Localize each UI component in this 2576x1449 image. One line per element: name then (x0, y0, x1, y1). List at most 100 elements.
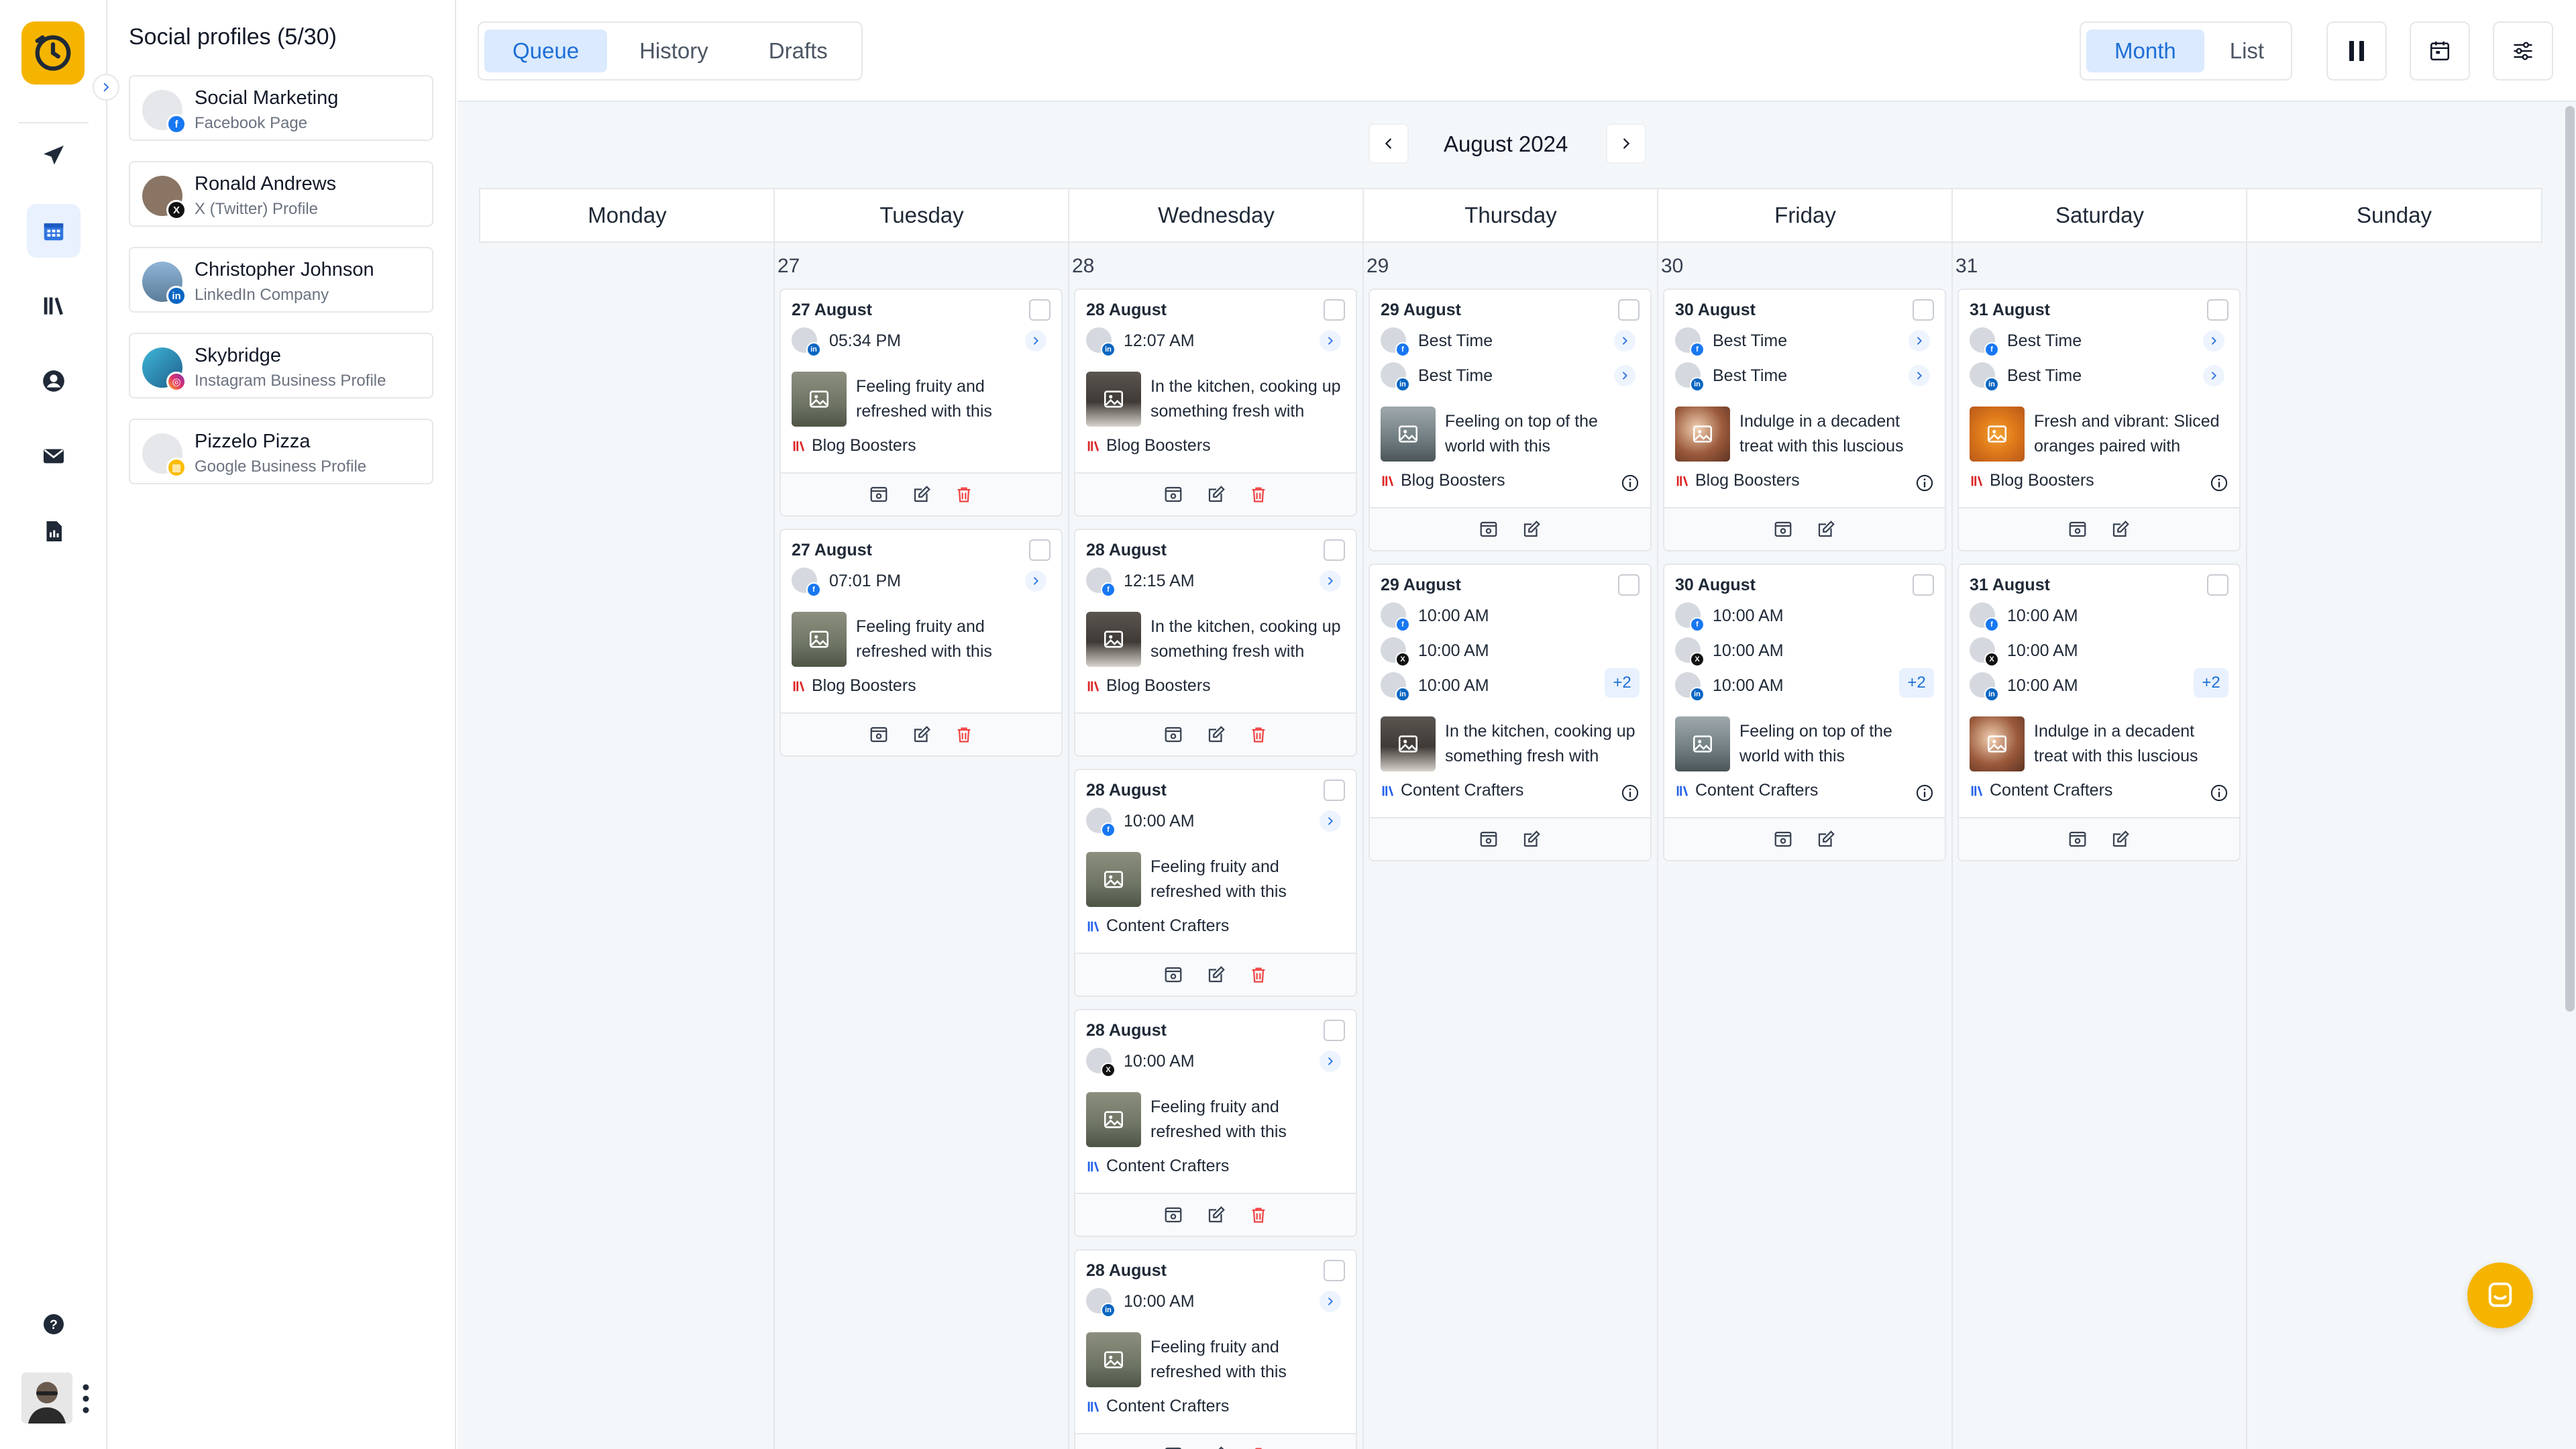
calendar-icon[interactable] (27, 204, 80, 258)
schedule-row[interactable]: in Best Time (1675, 362, 1930, 392)
pause-button[interactable] (2326, 21, 2387, 80)
delete-icon[interactable] (955, 725, 973, 744)
chat-button[interactable] (2467, 1263, 2533, 1328)
delete-icon[interactable] (1249, 965, 1268, 984)
post-thumbnail[interactable] (1675, 407, 1730, 462)
preview-icon[interactable] (1163, 965, 1183, 985)
delete-icon[interactable] (1249, 1205, 1268, 1224)
delete-icon[interactable] (1249, 485, 1268, 504)
select-checkbox[interactable] (1029, 299, 1051, 321)
schedule-row[interactable]: f 10:00 AM (1970, 602, 2224, 632)
post-card[interactable]: 28 August in 12:07 AM In the kitchen, co… (1074, 288, 1357, 517)
schedule-row[interactable]: X 10:00 AM (1381, 637, 1635, 667)
schedule-row[interactable]: f Best Time (1675, 327, 1930, 357)
profile-card[interactable]: f Social Marketing Facebook Page (129, 75, 433, 141)
edit-icon[interactable] (2110, 519, 2131, 539)
edit-icon[interactable] (1816, 829, 1836, 849)
post-card[interactable]: 30 August f Best Time in Best Time Indul… (1663, 288, 1946, 551)
library-icon[interactable] (27, 279, 80, 333)
view-month-button[interactable]: Month (2086, 30, 2204, 72)
chevron-right-icon[interactable] (1320, 330, 1341, 352)
edit-icon[interactable] (2110, 829, 2131, 849)
select-checkbox[interactable] (2207, 574, 2229, 596)
schedule-row[interactable]: f 10:00 AM (1381, 602, 1635, 632)
post-card[interactable]: 30 August f 10:00 AM X 10:00 AM in 10:00… (1663, 564, 1946, 861)
edit-icon[interactable] (1521, 519, 1542, 539)
calendar-view-button[interactable] (2410, 21, 2470, 80)
user-avatar[interactable] (21, 1373, 72, 1424)
chevron-right-icon[interactable] (1614, 365, 1635, 386)
post-card[interactable]: 27 August in 05:34 PM Feeling fruity and… (780, 288, 1063, 517)
app-logo[interactable] (21, 21, 85, 85)
chevron-right-icon[interactable] (1320, 1051, 1341, 1072)
mail-icon[interactable] (27, 429, 80, 483)
preview-icon[interactable] (1163, 1205, 1183, 1225)
post-thumbnail[interactable] (792, 372, 847, 427)
profile-card[interactable]: ▦ Pizzelo Pizza Google Business Profile (129, 419, 433, 484)
edit-icon[interactable] (1206, 724, 1226, 745)
chevron-right-icon[interactable] (1614, 330, 1635, 352)
post-thumbnail[interactable] (1381, 716, 1436, 771)
chevron-right-icon[interactable] (1320, 1291, 1341, 1312)
prev-month-button[interactable] (1368, 123, 1409, 164)
post-thumbnail[interactable] (1086, 1332, 1141, 1387)
preview-icon[interactable] (2068, 829, 2088, 849)
edit-icon[interactable] (1816, 519, 1836, 539)
preview-icon[interactable] (1163, 1445, 1183, 1449)
expand-sidebar-button[interactable] (93, 74, 119, 101)
post-card[interactable]: 28 August X 10:00 AM Feeling fruity and … (1074, 1009, 1357, 1237)
more-profiles-badge[interactable]: +2 (1605, 668, 1640, 698)
preview-icon[interactable] (1773, 829, 1793, 849)
schedule-row[interactable]: f Best Time (1970, 327, 2224, 357)
post-thumbnail[interactable] (1086, 372, 1141, 427)
edit-icon[interactable] (912, 724, 932, 745)
more-profiles-badge[interactable]: +2 (1899, 668, 1934, 698)
profile-card[interactable]: ◎ Skybridge Instagram Business Profile (129, 333, 433, 398)
edit-icon[interactable] (912, 484, 932, 504)
info-icon[interactable] (1621, 784, 1640, 802)
schedule-row[interactable]: f 07:01 PM (792, 568, 1046, 597)
edit-icon[interactable] (1206, 965, 1226, 985)
schedule-row[interactable]: in 10:00 AM (1970, 672, 2224, 702)
select-checkbox[interactable] (1324, 539, 1345, 561)
schedule-row[interactable]: X 10:00 AM (1970, 637, 2224, 667)
delete-icon[interactable] (1249, 725, 1268, 744)
select-checkbox[interactable] (2207, 299, 2229, 321)
schedule-row[interactable]: in 10:00 AM (1086, 1288, 1341, 1318)
preview-icon[interactable] (2068, 519, 2088, 539)
select-checkbox[interactable] (1618, 299, 1640, 321)
chevron-right-icon[interactable] (1909, 365, 1930, 386)
more-profiles-badge[interactable]: +2 (2194, 668, 2229, 698)
edit-icon[interactable] (1206, 1445, 1226, 1449)
preview-icon[interactable] (1479, 519, 1499, 539)
edit-icon[interactable] (1206, 1205, 1226, 1225)
next-month-button[interactable] (1606, 123, 1646, 164)
select-checkbox[interactable] (1618, 574, 1640, 596)
info-icon[interactable] (1915, 474, 1934, 492)
preview-icon[interactable] (1773, 519, 1793, 539)
select-checkbox[interactable] (1913, 574, 1934, 596)
post-card[interactable]: 28 August f 12:15 AM In the kitchen, coo… (1074, 529, 1357, 757)
post-card[interactable]: 28 August in 10:00 AM Feeling fruity and… (1074, 1249, 1357, 1449)
post-thumbnail[interactable] (1086, 1092, 1141, 1147)
post-card[interactable]: 31 August f 10:00 AM X 10:00 AM in 10:00… (1957, 564, 2241, 861)
preview-icon[interactable] (1163, 484, 1183, 504)
schedule-row[interactable]: X 10:00 AM (1675, 637, 1930, 667)
send-icon[interactable] (27, 129, 80, 182)
select-checkbox[interactable] (1324, 1260, 1345, 1281)
chevron-right-icon[interactable] (2203, 330, 2224, 352)
post-thumbnail[interactable] (792, 612, 847, 667)
scrollbar-thumb[interactable] (2565, 106, 2575, 1012)
view-list-button[interactable]: List (2208, 30, 2286, 72)
edit-icon[interactable] (1521, 829, 1542, 849)
preview-icon[interactable] (869, 484, 889, 504)
select-checkbox[interactable] (1324, 299, 1345, 321)
tab-history[interactable]: History (611, 30, 737, 72)
schedule-row[interactable]: f 12:15 AM (1086, 568, 1341, 597)
select-checkbox[interactable] (1324, 1020, 1345, 1041)
delete-icon[interactable] (1249, 1446, 1268, 1449)
preview-icon[interactable] (1479, 829, 1499, 849)
post-card[interactable]: 29 August f Best Time in Best Time Feeli… (1368, 288, 1652, 551)
select-checkbox[interactable] (1029, 539, 1051, 561)
post-thumbnail[interactable] (1970, 407, 2025, 462)
